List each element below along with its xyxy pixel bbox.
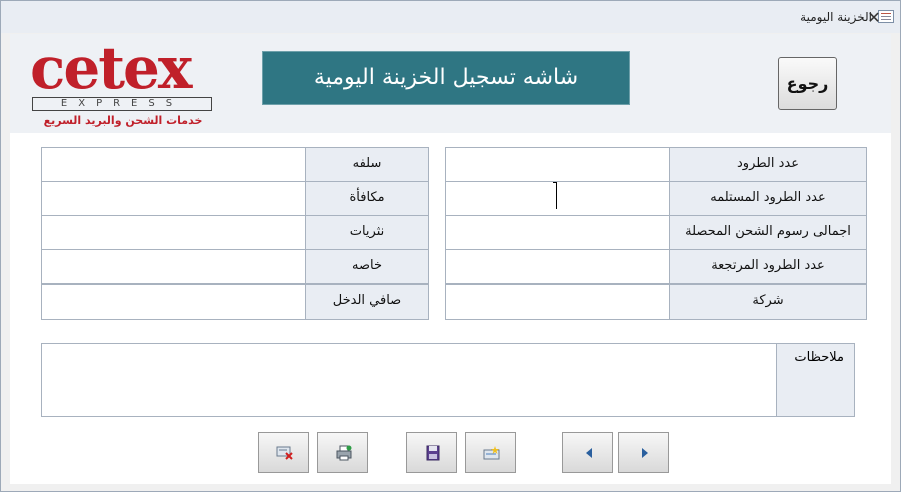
sundries-label: نثريات: [305, 215, 429, 250]
net-income-label: صافي الدخل: [305, 284, 429, 320]
bonus-input[interactable]: [41, 181, 307, 216]
logo-wordmark: cetex: [30, 34, 192, 102]
new-record-icon: [483, 446, 500, 460]
logo-tagline: خدمات الشحن والبريد السريع: [43, 114, 203, 127]
save-button[interactable]: [406, 432, 457, 473]
back-button[interactable]: رجوع: [778, 57, 837, 110]
new-record-button[interactable]: [465, 432, 516, 473]
cancel-icon: [276, 446, 293, 460]
next-record-button[interactable]: [618, 432, 669, 473]
page-title: شاشه تسجيل الخزينة اليومية: [262, 51, 630, 105]
print-icon: [336, 445, 352, 461]
returned-parcels-label: عدد الطرود المرتجعة: [669, 249, 867, 284]
title-bar: الخزينة اليومية ✕: [1, 1, 900, 33]
returned-parcels-input[interactable]: [445, 249, 671, 284]
form-window: الخزينة اليومية ✕ cetex EXPRESS خدمات ال…: [0, 0, 901, 492]
form-body: cetex EXPRESS خدمات الشحن والبريد السريع…: [10, 34, 891, 484]
notes-textarea[interactable]: [41, 343, 855, 417]
company-input[interactable]: [445, 284, 671, 320]
private-label: خاصه: [305, 249, 429, 284]
previous-record-icon: [586, 448, 592, 458]
company-logo: cetex EXPRESS خدمات الشحن والبريد السريع: [30, 38, 220, 134]
shipping-fees-label: اجمالى رسوم الشحن المحصلة: [669, 215, 867, 250]
save-icon: [426, 445, 440, 461]
advance-input[interactable]: [41, 147, 307, 182]
received-parcels-input[interactable]: [445, 181, 671, 216]
private-input[interactable]: [41, 249, 307, 284]
received-parcels-label: عدد الطرود المستلمه: [669, 181, 867, 216]
text-cursor: [553, 182, 558, 209]
advance-label: سلفه: [305, 147, 429, 182]
shipping-fees-input[interactable]: [445, 215, 671, 250]
previous-record-button[interactable]: [562, 432, 613, 473]
cancel-button[interactable]: [258, 432, 309, 473]
bonus-label: مكافأة: [305, 181, 429, 216]
sundries-input[interactable]: [41, 215, 307, 250]
company-label: شركة: [669, 284, 867, 320]
next-record-icon: [642, 448, 648, 458]
parcels-count-input[interactable]: [445, 147, 671, 182]
logo-subtitle: EXPRESS: [32, 97, 212, 111]
net-income-input[interactable]: [41, 284, 307, 320]
close-button[interactable]: ✕: [861, 8, 887, 28]
parcels-count-label: عدد الطرود: [669, 147, 867, 182]
print-button[interactable]: [317, 432, 368, 473]
notes-label: ملاحظات: [776, 343, 855, 417]
form-header: cetex EXPRESS خدمات الشحن والبريد السريع…: [10, 34, 891, 133]
